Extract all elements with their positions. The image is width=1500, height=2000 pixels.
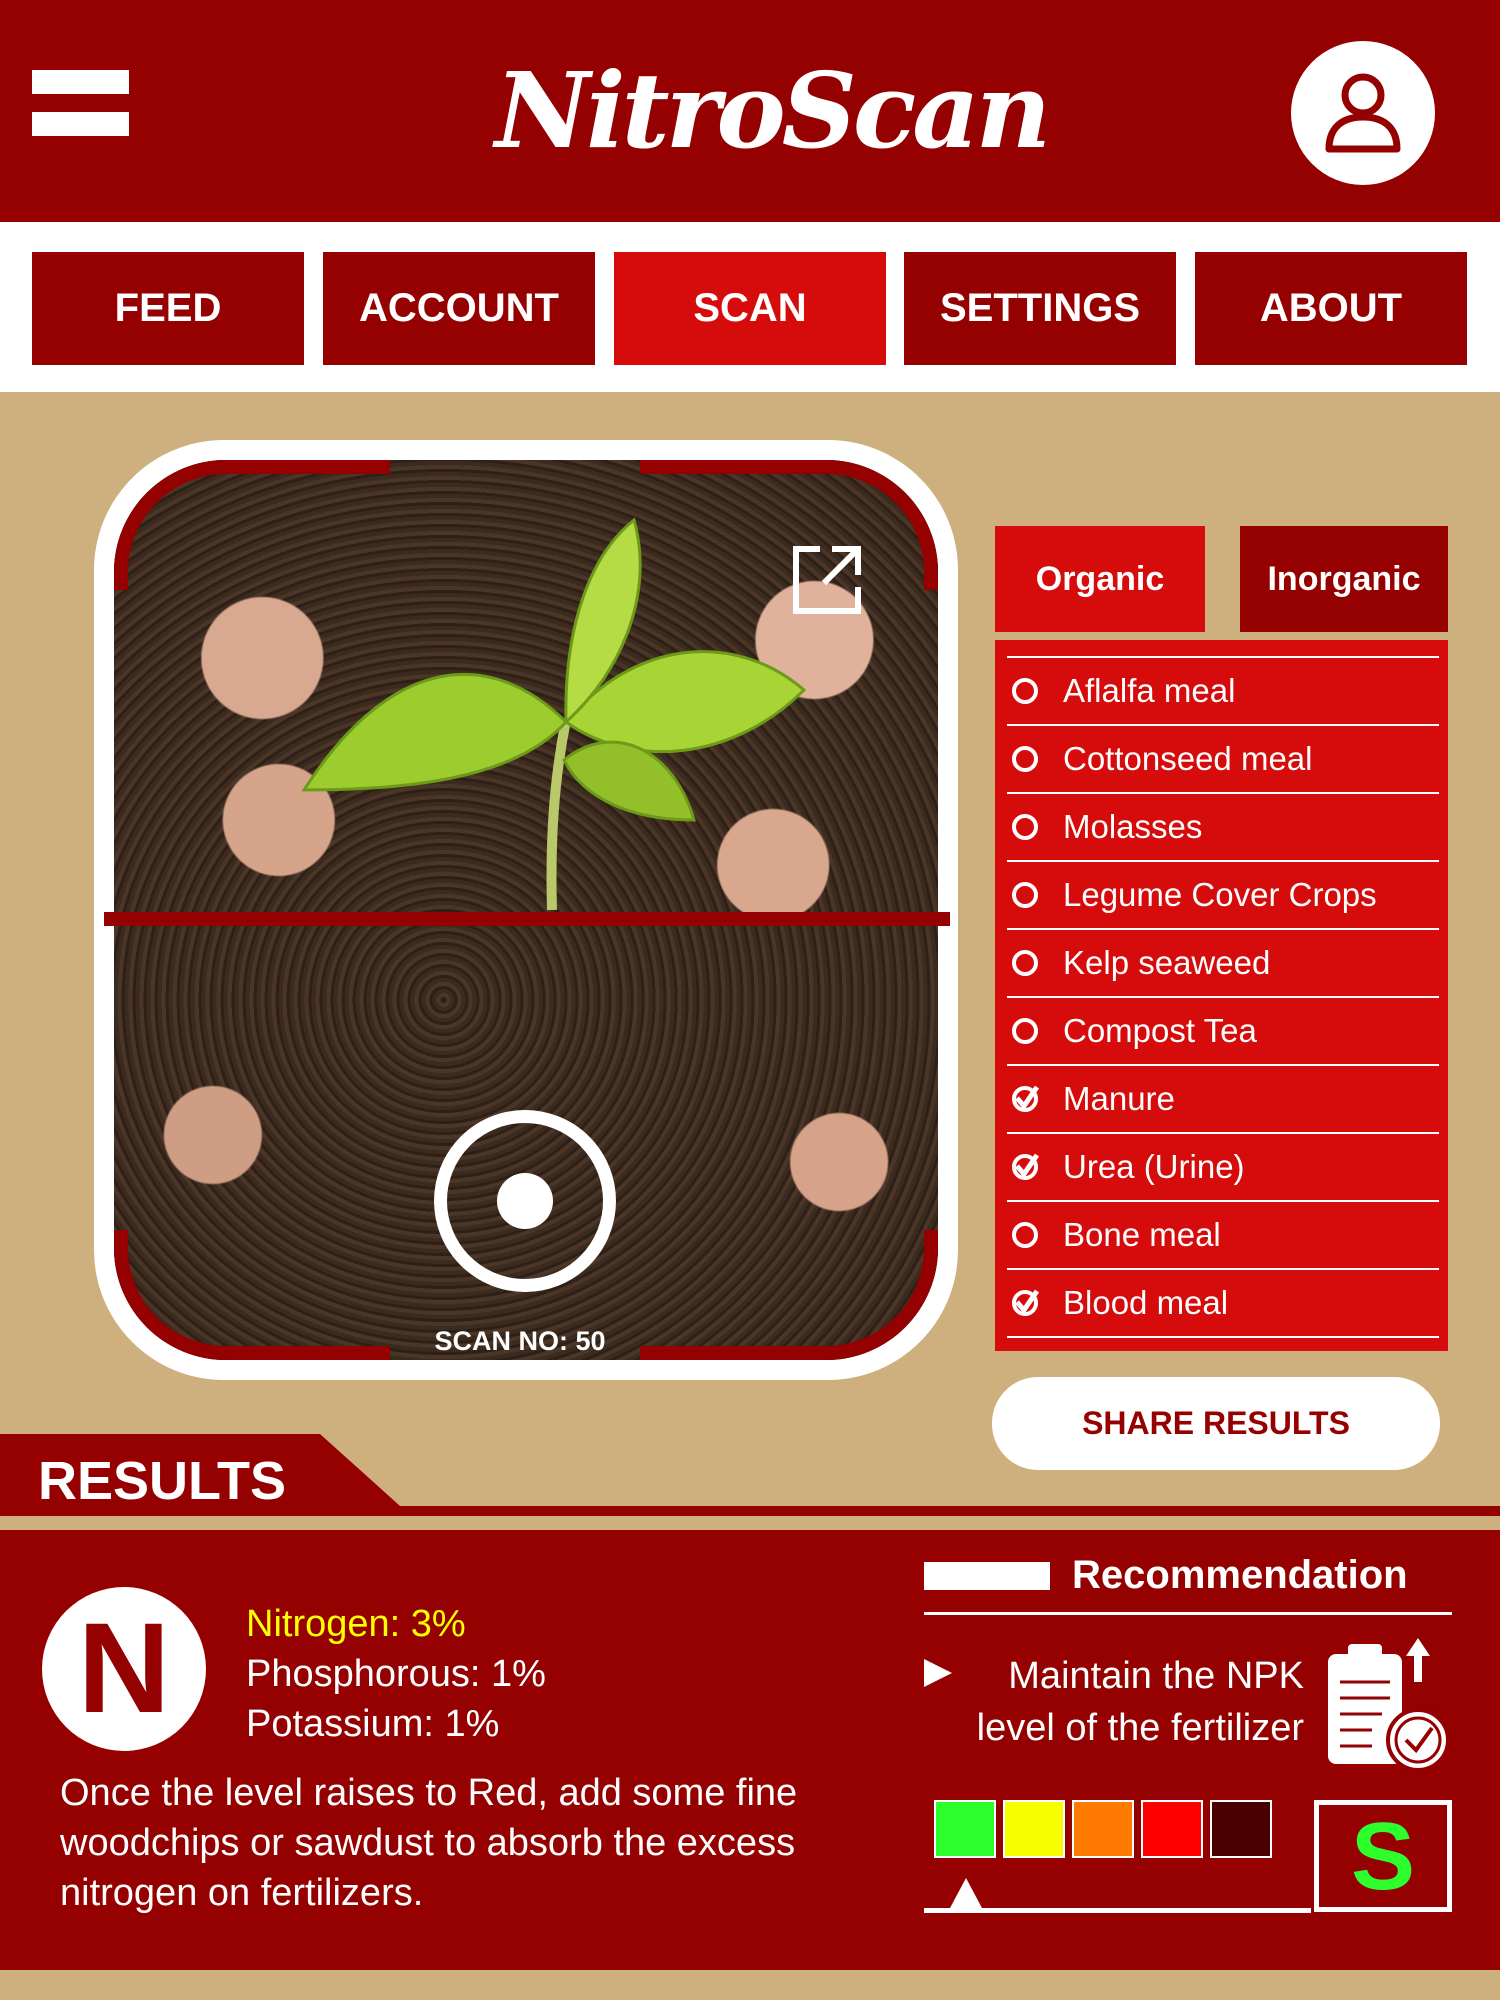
recommendation-divider bbox=[924, 1612, 1452, 1615]
list-item-label: Aflalfa meal bbox=[1063, 672, 1236, 709]
viewfinder-edge bbox=[240, 460, 390, 474]
list-item[interactable]: Compost Tea bbox=[1007, 996, 1439, 1064]
radio-empty-icon bbox=[1012, 678, 1038, 704]
main-nav: FEED ACCOUNT SCAN SETTINGS ABOUT bbox=[0, 222, 1500, 392]
radio-empty-icon bbox=[1012, 814, 1038, 840]
level-scale-base bbox=[924, 1908, 1311, 1913]
grade-letter: S bbox=[1350, 1803, 1416, 1910]
recommendation-line-2: level of the fertilizer bbox=[976, 1707, 1304, 1749]
app-logo: NitroScan bbox=[495, 49, 1051, 172]
list-item[interactable]: Molasses bbox=[1007, 792, 1439, 860]
user-icon bbox=[1325, 73, 1401, 153]
viewfinder-edge bbox=[640, 460, 810, 474]
level-yellow bbox=[1003, 1800, 1065, 1858]
list-divider bbox=[1007, 1336, 1439, 1338]
list-item-label: Molasses bbox=[1063, 808, 1203, 845]
potassium-value: Potassium: 1% bbox=[246, 1703, 500, 1745]
level-red bbox=[1141, 1800, 1203, 1858]
list-item[interactable]: Kelp seaweed bbox=[1007, 928, 1439, 996]
viewfinder-edge bbox=[240, 1346, 390, 1360]
tab-feed[interactable]: FEED bbox=[32, 252, 304, 365]
advice-text: Once the level raises to Red, add some f… bbox=[60, 1772, 798, 1914]
radio-checked-icon bbox=[1012, 1085, 1039, 1112]
tab-settings[interactable]: SETTINGS bbox=[904, 252, 1176, 365]
list-item-label: Manure bbox=[1063, 1080, 1175, 1117]
radio-empty-icon bbox=[1012, 950, 1038, 976]
recommendation-title: Recommendation bbox=[1072, 1553, 1408, 1597]
list-item-label: Urea (Urine) bbox=[1063, 1148, 1245, 1185]
list-item-label: Blood meal bbox=[1063, 1284, 1229, 1321]
list-item-label: Kelp seaweed bbox=[1063, 944, 1271, 981]
list-item-label: Bone meal bbox=[1063, 1216, 1221, 1253]
grade-box: S bbox=[1314, 1800, 1452, 1912]
app-header: NitroScan bbox=[0, 0, 1500, 222]
level-dark-red bbox=[1210, 1800, 1272, 1858]
radio-empty-icon bbox=[1012, 746, 1038, 772]
results-title: RESULTS bbox=[38, 1451, 287, 1511]
tab-account[interactable]: ACCOUNT bbox=[323, 252, 595, 365]
scan-line bbox=[104, 912, 950, 926]
expand-icon[interactable] bbox=[790, 543, 864, 617]
level-orange bbox=[1072, 1800, 1134, 1858]
scan-number: SCAN NO: 50 bbox=[434, 1326, 606, 1356]
results-divider bbox=[0, 1506, 1500, 1516]
tab-about[interactable]: ABOUT bbox=[1195, 252, 1467, 365]
category-organic-button[interactable]: Organic bbox=[995, 526, 1205, 632]
list-item[interactable]: Cottonseed meal bbox=[1007, 724, 1439, 792]
radio-checked-icon bbox=[1012, 1153, 1039, 1180]
tab-scan[interactable]: SCAN bbox=[614, 252, 886, 365]
capture-dot-icon bbox=[497, 1173, 553, 1229]
list-item[interactable]: Legume Cover Crops bbox=[1007, 860, 1439, 928]
list-item[interactable]: Manure bbox=[1007, 1064, 1439, 1132]
nitrogen-badge: N bbox=[42, 1587, 206, 1751]
level-green bbox=[934, 1800, 996, 1858]
list-item-label: Legume Cover Crops bbox=[1063, 876, 1377, 913]
hamburger-menu-icon[interactable] bbox=[32, 70, 129, 136]
list-item[interactable]: Bone meal bbox=[1007, 1200, 1439, 1268]
list-item-label: Compost Tea bbox=[1063, 1012, 1257, 1049]
level-pointer-icon bbox=[950, 1878, 982, 1908]
share-results-button[interactable]: SHARE RESULTS bbox=[992, 1377, 1440, 1470]
recommendation-text: Maintain the NPK level of the fertilizer bbox=[924, 1650, 1304, 1754]
radio-checked-icon bbox=[1012, 1289, 1039, 1316]
list-item-label: Cottonseed meal bbox=[1063, 740, 1313, 777]
nitrogen-value: Nitrogen: 3% bbox=[246, 1603, 466, 1645]
phosphorous-value: Phosphorous: 1% bbox=[246, 1653, 546, 1695]
list-item[interactable]: Urea (Urine) bbox=[1007, 1132, 1439, 1200]
list-item[interactable]: Blood meal bbox=[1007, 1268, 1439, 1336]
radio-empty-icon bbox=[1012, 1222, 1038, 1248]
radio-empty-icon bbox=[1012, 1018, 1038, 1044]
viewfinder-edge bbox=[640, 1346, 810, 1360]
fertilizer-list: Aflalfa meal Cottonseed meal Molasses Le… bbox=[995, 640, 1448, 1351]
capture-button[interactable] bbox=[434, 1110, 616, 1292]
radio-empty-icon bbox=[1012, 882, 1038, 908]
recommendation-line-1: Maintain the NPK bbox=[1008, 1655, 1304, 1697]
list-item[interactable]: Aflalfa meal bbox=[1007, 656, 1439, 724]
recommendation-bar bbox=[924, 1562, 1050, 1590]
category-inorganic-button[interactable]: Inorganic bbox=[1240, 526, 1448, 632]
profile-button[interactable] bbox=[1291, 41, 1435, 185]
clipboard-check-icon bbox=[1328, 1638, 1450, 1772]
